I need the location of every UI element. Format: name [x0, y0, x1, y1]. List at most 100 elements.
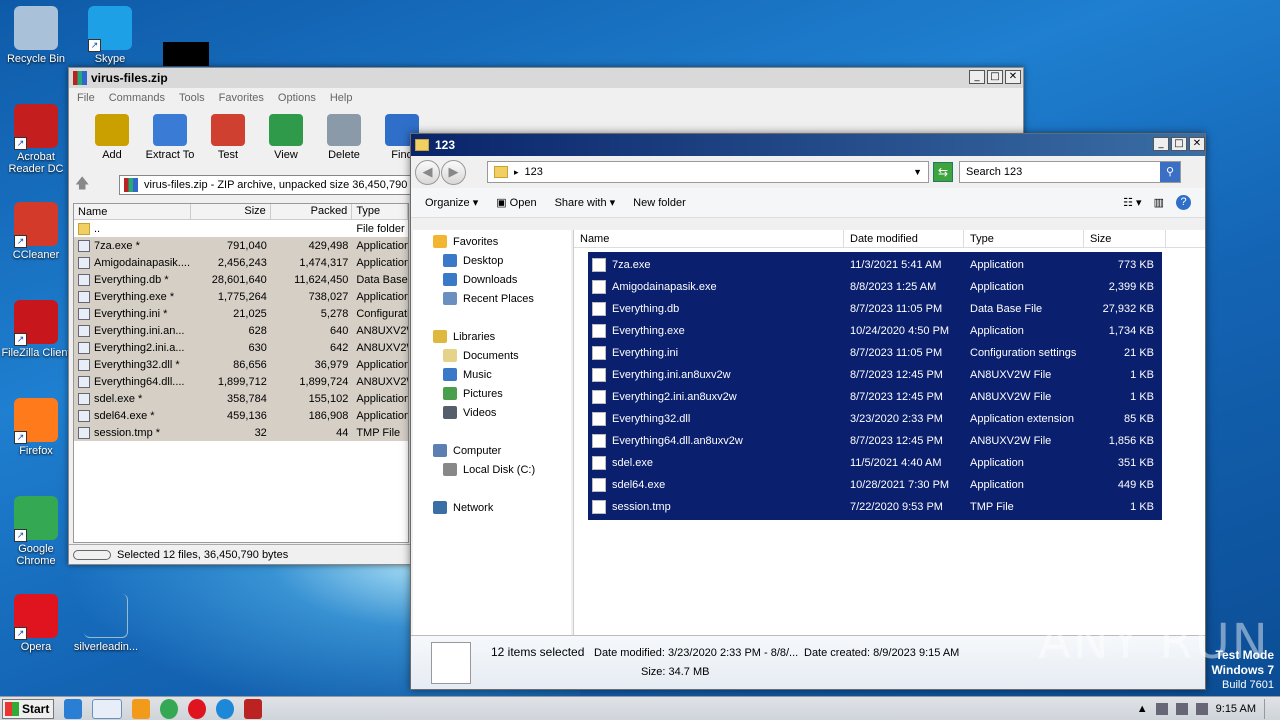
nav-item-computer[interactable]: Computer [413, 441, 571, 460]
list-item[interactable]: sdel64.exe 10/28/2021 7:30 PM Application 4… [588, 474, 1162, 496]
breadcrumb-arrow-icon[interactable]: ▸ [514, 167, 519, 178]
desktop-icon[interactable]: ↗ Opera [0, 594, 72, 653]
explorer-window[interactable]: 123 _ □ ✕ ◀ ▶ ▸ 123 ▼ ⇆ Search 123 ⚲ Org… [410, 133, 1206, 690]
table-row[interactable]: Amigodainapasik.... 2,456,243 1,474,317 App… [74, 254, 408, 271]
desktop-icon[interactable]: ↗ Skype [74, 6, 146, 65]
menu-item-commands[interactable]: Commands [109, 92, 165, 104]
new-folder-button[interactable]: New folder [633, 197, 686, 209]
preview-pane-icon[interactable]: ▥ [1154, 196, 1164, 209]
nav-item-local-disk-c-[interactable]: Local Disk (C:) [413, 460, 571, 479]
desktop-icon[interactable]: ↗ Acrobat Reader DC [0, 104, 72, 175]
desktop-icon[interactable]: silverleadin... [70, 594, 142, 653]
column-header-name[interactable]: Name [74, 204, 192, 219]
column-header-size[interactable]: Size [191, 204, 271, 219]
nav-item-favorites[interactable]: Favorites [413, 232, 571, 251]
nav-item-documents[interactable]: Documents [413, 346, 571, 365]
help-icon[interactable]: ? [1176, 195, 1191, 210]
list-item[interactable]: Everything.exe 10/24/2020 4:50 PM Applicat… [588, 320, 1162, 342]
extract-to-button[interactable]: Extract To [141, 114, 199, 163]
organize-button[interactable]: Organize ▾ [425, 196, 478, 209]
tray-expand-icon[interactable]: ▲ [1137, 703, 1148, 715]
table-row[interactable]: Everything.ini.an... 628 640 AN8UXV2W File [74, 322, 408, 339]
menu-item-file[interactable]: File [77, 92, 95, 104]
table-row[interactable]: .. File folder [74, 220, 408, 237]
action-center-icon[interactable] [1195, 702, 1208, 715]
list-item[interactable]: Everything2.ini.an8uxv2w 8/7/2023 12:45 P… [588, 386, 1162, 408]
winrar-icon[interactable] [244, 698, 262, 719]
clock[interactable]: 9:15 AM [1216, 703, 1256, 715]
nav-item-downloads[interactable]: Downloads [413, 270, 571, 289]
media-player-icon[interactable] [132, 698, 150, 719]
explorer-icon[interactable] [92, 698, 122, 719]
list-item[interactable]: Everything64.dll.an8uxv2w 8/7/2023 12:45 … [588, 430, 1162, 452]
minimize-button[interactable]: _ [969, 70, 985, 84]
start-button[interactable]: Start [2, 698, 54, 719]
ie-icon[interactable] [64, 698, 82, 719]
view-options-icon[interactable]: ☷ ▾ [1123, 196, 1141, 209]
column-header-date-modified[interactable]: Date modified [844, 230, 964, 247]
list-item[interactable]: Everything.ini 8/7/2023 11:05 PM Configura… [588, 342, 1162, 364]
table-row[interactable]: sdel64.exe * 459,136 186,908 Application [74, 407, 408, 424]
column-header-type[interactable]: Type [352, 204, 408, 219]
desktop-icon[interactable]: ↗ Firefox [0, 398, 72, 457]
column-header-packed[interactable]: Packed [271, 204, 353, 219]
delete-button[interactable]: Delete [315, 114, 373, 163]
test-button[interactable]: Test [199, 114, 257, 163]
close-button[interactable]: ✕ [1005, 70, 1021, 84]
show-desktop-button[interactable] [1264, 698, 1274, 719]
column-header-name[interactable]: Name [574, 230, 844, 247]
desktop-icon[interactable]: ↗ Google Chrome [0, 496, 72, 567]
explorer-file-pane[interactable]: Name Date modified Type Size 7za.exe 11/3/20… [573, 230, 1205, 636]
up-arrow-icon[interactable]: 🡅 [75, 173, 97, 197]
forward-arrow-icon[interactable]: ▶ [441, 159, 466, 185]
minimize-button[interactable]: _ [1153, 137, 1169, 151]
table-row[interactable]: sdel.exe * 358,784 155,102 Application [74, 390, 408, 407]
table-row[interactable]: 7za.exe * 791,040 429,498 Application [74, 237, 408, 254]
table-row[interactable]: Everything2.ini.a... 630 642 AN8UXV2W File [74, 339, 408, 356]
winrar-path-field[interactable]: virus-files.zip - ZIP archive, unpacked … [119, 175, 415, 195]
search-input[interactable]: Search 123 ⚲ [959, 161, 1181, 183]
list-item[interactable]: session.tmp 7/22/2020 9:53 PM TMP File 1 KB [588, 496, 1162, 518]
table-row[interactable]: Everything32.dll * 86,656 36,979 Applicatio… [74, 356, 408, 373]
list-item[interactable]: sdel.exe 11/5/2021 4:40 AM Application 351 … [588, 452, 1162, 474]
column-header-size[interactable]: Size [1084, 230, 1166, 247]
winrar-file-list[interactable]: Name Size Packed Type .. File folder 7za.exe … [73, 203, 409, 543]
chrome-icon[interactable] [160, 698, 178, 719]
edge-icon[interactable] [216, 698, 234, 719]
list-item[interactable]: Amigodainapasik.exe 8/8/2023 1:25 AM Appli… [588, 276, 1162, 298]
chevron-down-icon[interactable]: ▼ [913, 167, 922, 177]
table-row[interactable]: session.tmp * 32 44 TMP File [74, 424, 408, 441]
table-row[interactable]: Everything.db * 28,601,640 11,624,450 Data … [74, 271, 408, 288]
list-item[interactable]: 7za.exe 11/3/2021 5:41 AM Application 773 K… [588, 254, 1162, 276]
menu-item-tools[interactable]: Tools [179, 92, 205, 104]
back-arrow-icon[interactable]: ◀ [415, 159, 440, 185]
list-item[interactable]: Everything.ini.an8uxv2w 8/7/2023 12:45 PM… [588, 364, 1162, 386]
table-row[interactable]: Everything64.dll.... 1,899,712 1,899,724 AN… [74, 373, 408, 390]
table-row[interactable]: Everything.exe * 1,775,264 738,027 Applicat… [74, 288, 408, 305]
column-header-type[interactable]: Type [964, 230, 1084, 247]
maximize-button[interactable]: □ [987, 70, 1003, 84]
menu-item-help[interactable]: Help [330, 92, 353, 104]
refresh-icon[interactable]: ⇆ [933, 162, 953, 182]
nav-item-recent-places[interactable]: Recent Places [413, 289, 571, 308]
nav-item-libraries[interactable]: Libraries [413, 327, 571, 346]
search-icon[interactable]: ⚲ [1160, 162, 1180, 182]
maximize-button[interactable]: □ [1171, 137, 1187, 151]
volume-icon[interactable] [1175, 702, 1188, 715]
desktop-icon[interactable]: ↗ FileZilla Client [0, 300, 72, 359]
winrar-titlebar[interactable]: virus-files.zip [69, 68, 1023, 88]
explorer-address-field[interactable]: ▸ 123 ▼ [487, 161, 929, 183]
view-button[interactable]: View [257, 114, 315, 163]
share-with-button[interactable]: Share with ▾ [555, 196, 616, 209]
menu-item-options[interactable]: Options [278, 92, 316, 104]
desktop-icon[interactable]: Recycle Bin [0, 6, 72, 65]
nav-item-pictures[interactable]: Pictures [413, 384, 571, 403]
nav-item-desktop[interactable]: Desktop [413, 251, 571, 270]
add-button[interactable]: Add [83, 114, 141, 163]
close-button[interactable]: ✕ [1189, 137, 1205, 151]
explorer-titlebar[interactable]: 123 [411, 134, 1205, 156]
nav-item-videos[interactable]: Videos [413, 403, 571, 422]
nav-item-network[interactable]: Network [413, 498, 571, 517]
opera-icon[interactable] [188, 698, 206, 719]
open-button[interactable]: ▣ Open [496, 196, 536, 209]
